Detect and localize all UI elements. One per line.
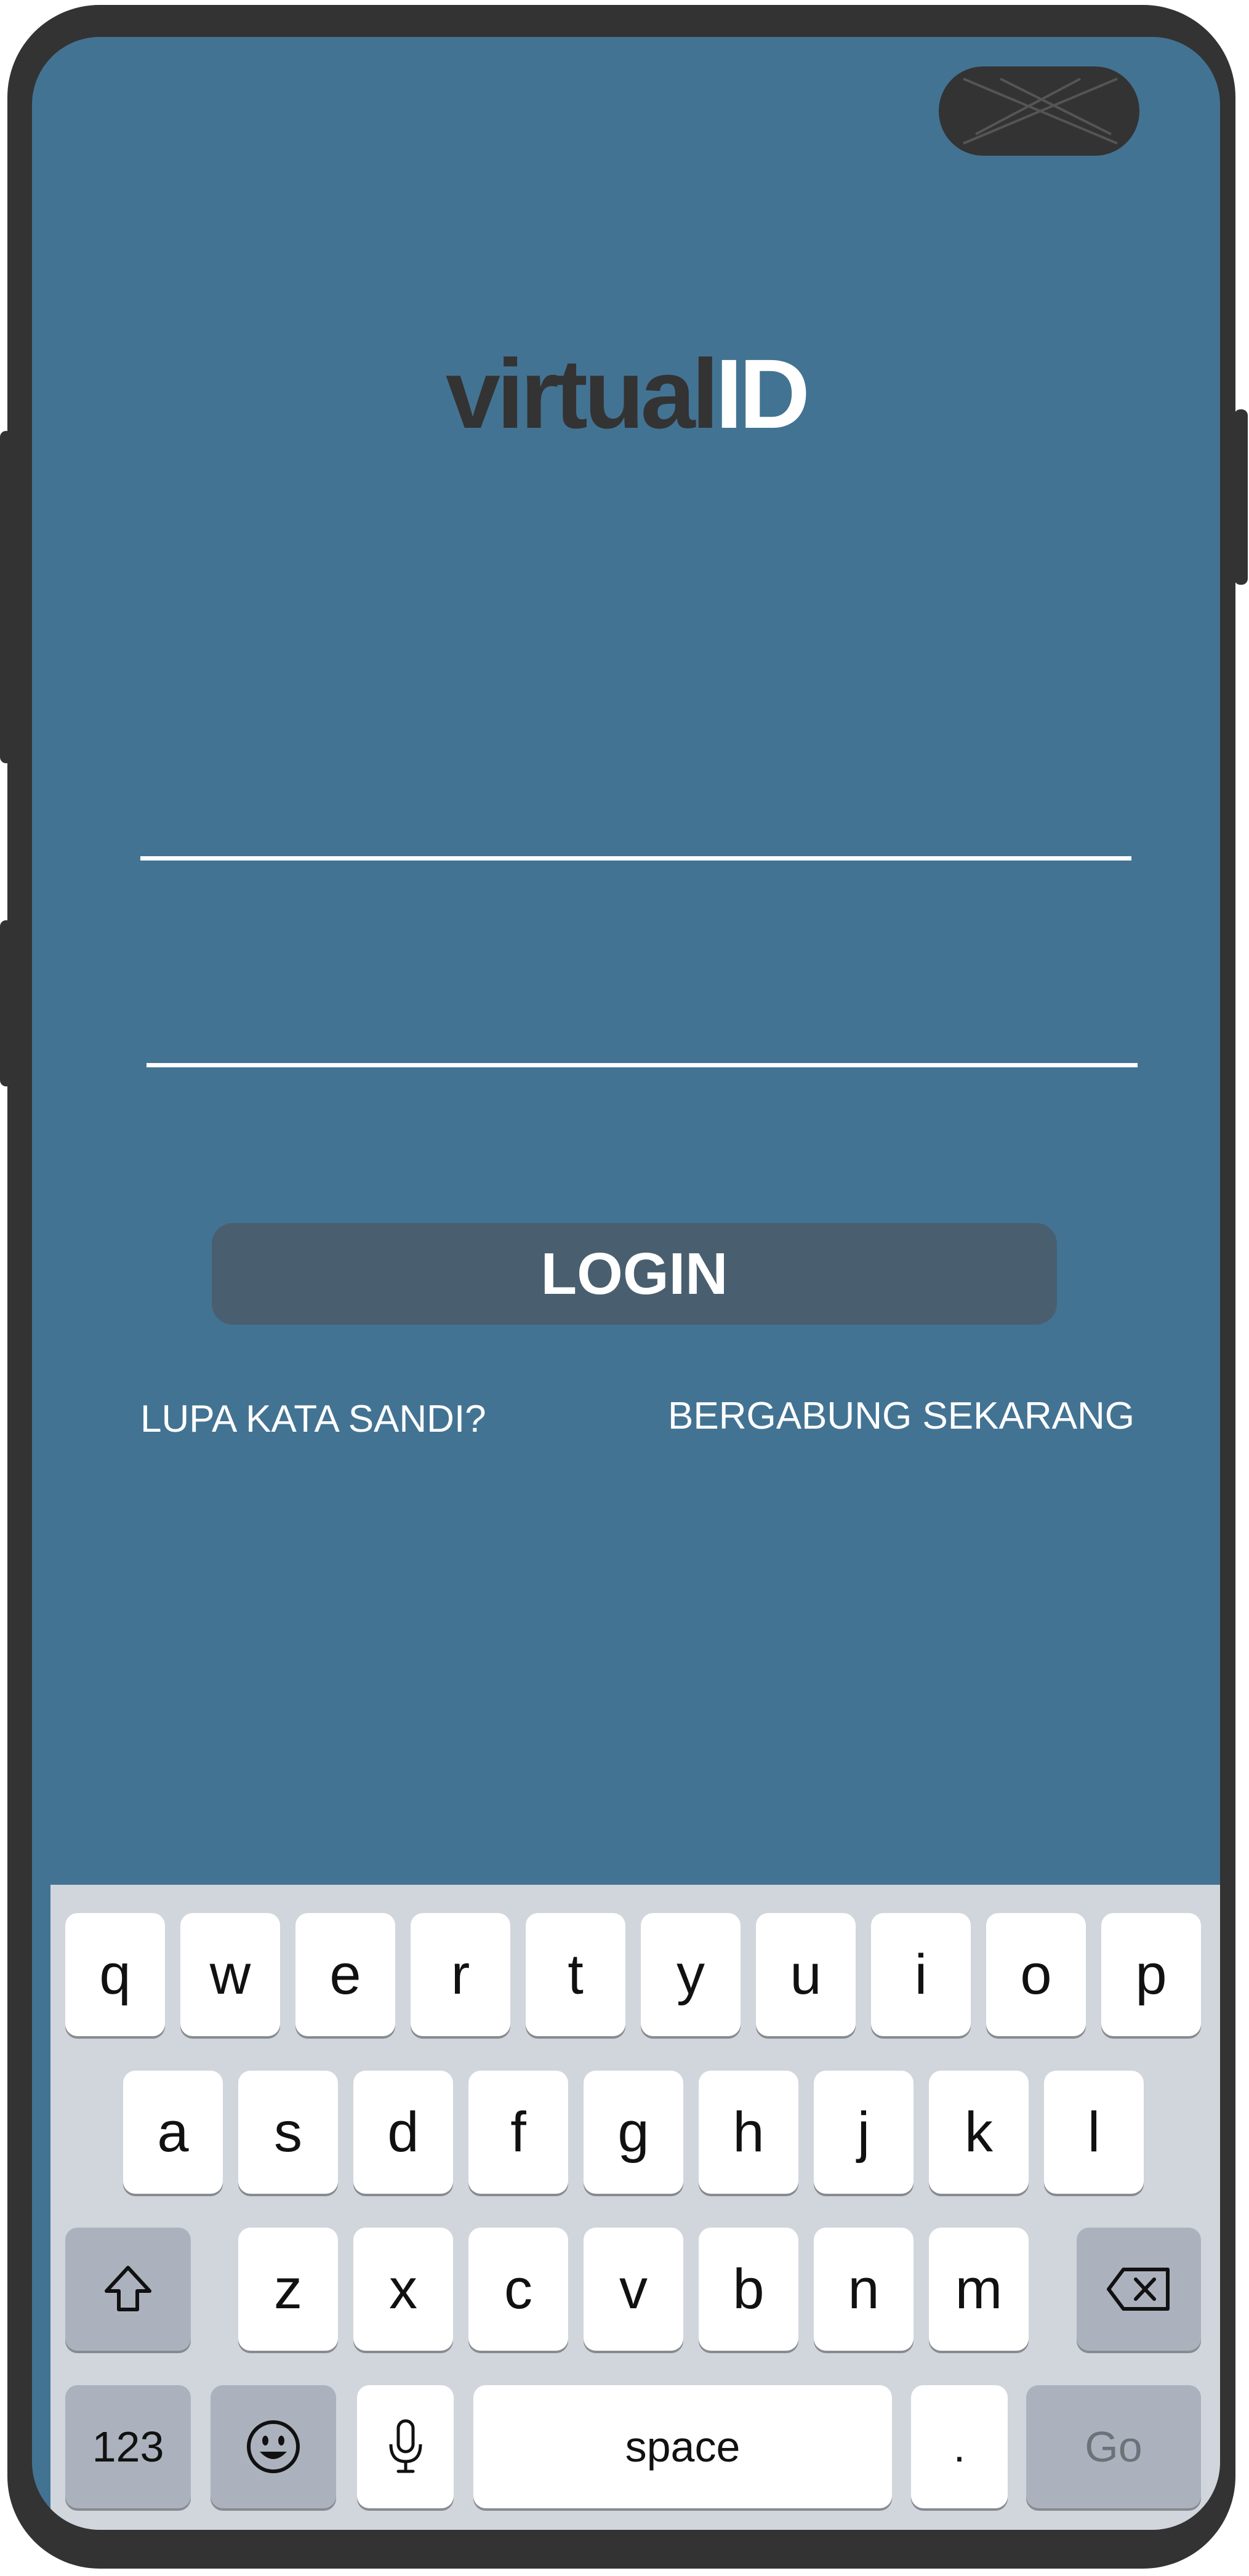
power-button-right — [1234, 409, 1248, 585]
key-label: l — [1087, 2101, 1101, 2164]
microphone-icon — [389, 2419, 422, 2473]
app-logo: virtualID — [32, 345, 1220, 443]
key-label: k — [965, 2101, 993, 2164]
key-label: w — [209, 1943, 251, 2006]
key-e[interactable]: e — [295, 1913, 395, 2036]
microphone-key[interactable] — [357, 2385, 454, 2508]
username-field[interactable] — [140, 856, 1131, 861]
numbers-key[interactable]: 123 — [65, 2385, 191, 2508]
key-label: n — [848, 2258, 880, 2321]
key-label: r — [451, 1943, 470, 2006]
key-v[interactable]: v — [584, 2228, 683, 2351]
go-key[interactable]: Go — [1026, 2385, 1201, 2508]
key-label: e — [329, 1943, 361, 2006]
key-u[interactable]: u — [756, 1913, 856, 2036]
power-button-left — [0, 920, 12, 1086]
key-label: g — [617, 2101, 649, 2164]
key-l[interactable]: l — [1044, 2071, 1144, 2194]
on-screen-keyboard: q w e r t y u i o p a s d f g h j k l z … — [50, 1885, 1220, 2530]
key-j[interactable]: j — [814, 2071, 914, 2194]
key-label: i — [914, 1943, 928, 2006]
backspace-icon — [1107, 2268, 1170, 2311]
key-label: s — [274, 2101, 302, 2164]
key-label: p — [1135, 1943, 1167, 2006]
shift-arrow-icon — [105, 2266, 151, 2311]
emoji-icon — [247, 2420, 300, 2473]
space-key[interactable]: space — [473, 2385, 892, 2508]
key-label: z — [274, 2258, 302, 2321]
key-w[interactable]: w — [180, 1913, 280, 2036]
key-s[interactable]: s — [238, 2071, 338, 2194]
password-field[interactable] — [147, 1063, 1138, 1067]
key-label: o — [1020, 1943, 1052, 2006]
key-z[interactable]: z — [238, 2228, 338, 2351]
key-label: b — [733, 2258, 765, 2321]
key-d[interactable]: d — [353, 2071, 453, 2194]
key-label: Go — [1085, 2423, 1143, 2471]
key-h[interactable]: h — [699, 2071, 798, 2194]
key-label: 123 — [92, 2423, 164, 2471]
key-label: x — [389, 2258, 417, 2321]
forgot-password-link[interactable]: LUPA KATA SANDI? — [140, 1397, 486, 1441]
key-b[interactable]: b — [699, 2228, 798, 2351]
camera-cutout — [939, 66, 1139, 156]
key-label: c — [504, 2258, 532, 2321]
key-f[interactable]: f — [468, 2071, 568, 2194]
key-x[interactable]: x — [353, 2228, 453, 2351]
key-label: q — [99, 1943, 131, 2006]
volume-button — [0, 431, 12, 763]
login-button[interactable]: LOGIN — [212, 1223, 1057, 1325]
key-label: u — [790, 1943, 822, 2006]
period-key[interactable]: . — [911, 2385, 1008, 2508]
shift-key[interactable] — [65, 2228, 191, 2351]
key-p[interactable]: p — [1101, 1913, 1201, 2036]
key-label: y — [677, 1943, 705, 2006]
key-label: d — [387, 2101, 419, 2164]
key-label: space — [625, 2423, 741, 2471]
key-k[interactable]: k — [929, 2071, 1029, 2194]
logo-text-virtual: virtual — [445, 339, 719, 449]
key-q[interactable]: q — [65, 1913, 165, 2036]
key-label: v — [619, 2258, 648, 2321]
key-m[interactable]: m — [929, 2228, 1029, 2351]
key-a[interactable]: a — [123, 2071, 223, 2194]
key-t[interactable]: t — [526, 1913, 625, 2036]
key-label: j — [857, 2101, 870, 2164]
key-o[interactable]: o — [986, 1913, 1086, 2036]
key-label: a — [157, 2101, 189, 2164]
key-c[interactable]: c — [468, 2228, 568, 2351]
key-g[interactable]: g — [584, 2071, 683, 2194]
key-label: h — [733, 2101, 765, 2164]
phone-screen: virtualID LOGIN LUPA KATA SANDI? BERGABU… — [32, 37, 1220, 2530]
key-r[interactable]: r — [411, 1913, 510, 2036]
key-label: f — [510, 2101, 526, 2164]
key-label: m — [955, 2258, 1003, 2321]
key-y[interactable]: y — [641, 1913, 741, 2036]
emoji-key[interactable] — [211, 2385, 336, 2508]
key-label: t — [568, 1943, 584, 2006]
key-n[interactable]: n — [814, 2228, 914, 2351]
backspace-key[interactable] — [1077, 2228, 1201, 2351]
key-label: . — [953, 2423, 966, 2471]
key-i[interactable]: i — [871, 1913, 971, 2036]
logo-text-id: ID — [715, 339, 810, 449]
join-now-link[interactable]: BERGABUNG SEKARANG — [668, 1394, 1135, 1438]
